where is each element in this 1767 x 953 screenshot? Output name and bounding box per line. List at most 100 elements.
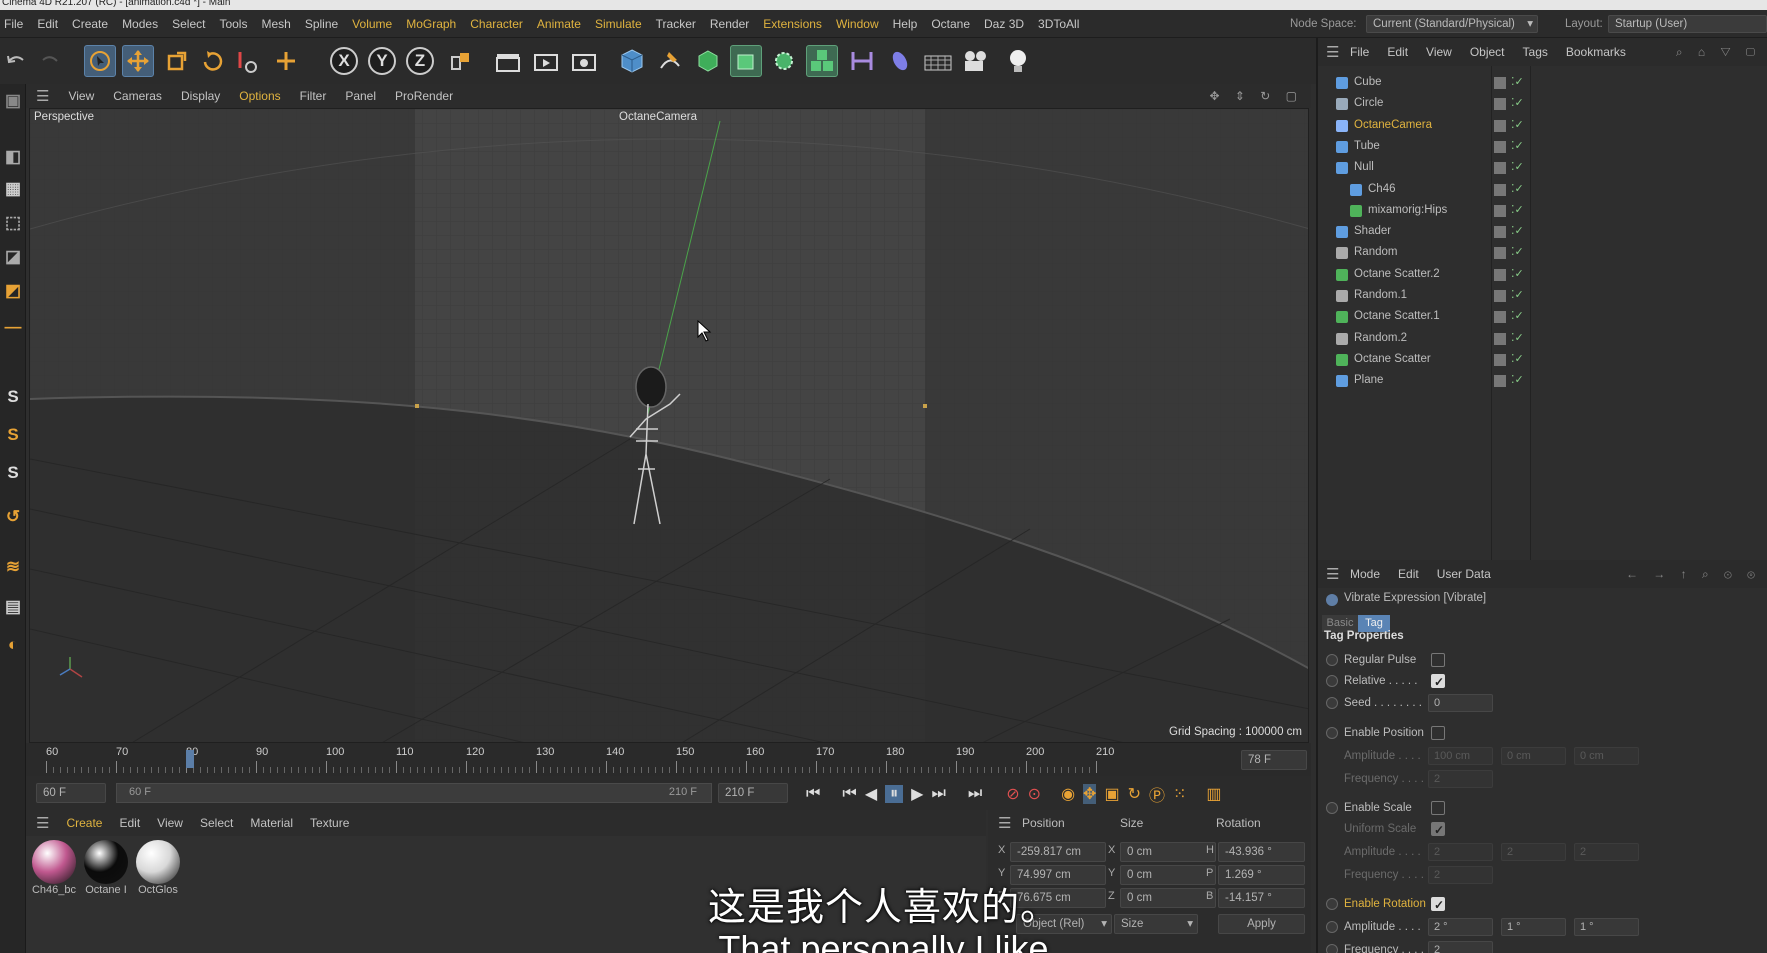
parameter-key-icon[interactable]: Ⓟ — [1149, 782, 1165, 806]
enabled-check-icon[interactable]: ⁚✓ — [1511, 157, 1524, 178]
menu-item-create[interactable]: Create — [72, 10, 108, 38]
object-row[interactable]: Ch46 ⁚✓ — [1318, 179, 1767, 200]
menu-item-tools[interactable]: Tools — [219, 10, 247, 38]
attr-nav-icons[interactable]: ← → ↑ ⌕ ⊙ ⊚ — [1626, 567, 1761, 582]
size-field[interactable]: 0 cm — [1120, 842, 1216, 862]
object-menu-file[interactable]: File — [1350, 45, 1369, 59]
timeline-layout-icon[interactable]: ▥ — [1206, 784, 1221, 804]
go-to-start-icon[interactable]: ⏮ — [806, 785, 820, 803]
floor-button[interactable] — [922, 45, 954, 77]
snap-button[interactable]: S — [2, 384, 24, 410]
mograph-button[interactable] — [806, 45, 838, 77]
object-row[interactable]: Random ⁚✓ — [1318, 242, 1767, 263]
enabled-check-icon[interactable]: ⁚✓ — [1511, 306, 1524, 327]
object-menu-bookmarks[interactable]: Bookmarks — [1566, 45, 1626, 59]
end-frame-field[interactable]: 210 F — [718, 783, 788, 803]
material-menu-edit[interactable]: Edit — [119, 816, 140, 830]
menu-item-render[interactable]: Render — [710, 10, 749, 38]
position-field[interactable]: -259.817 cm — [1010, 842, 1106, 862]
attr-menu-user-data[interactable]: User Data — [1437, 567, 1491, 581]
object-menu-tags[interactable]: Tags — [1523, 45, 1548, 59]
viewport-menu-view[interactable]: View — [68, 89, 94, 103]
render-view-button[interactable] — [492, 45, 524, 77]
solo-button[interactable]: ◐ — [2, 632, 24, 658]
menu-item-daz-3d[interactable]: Daz 3D — [984, 10, 1024, 38]
current-frame-field[interactable]: 78 F — [1241, 750, 1307, 770]
pen-spline-button[interactable] — [654, 45, 686, 77]
subdivision-surface-button[interactable] — [692, 45, 724, 77]
deformer-button[interactable] — [846, 45, 878, 77]
hamburger-icon[interactable]: ☰ — [1326, 43, 1339, 61]
material-menu-view[interactable]: View — [157, 816, 183, 830]
menu-item-simulate[interactable]: Simulate — [595, 10, 642, 38]
layer-visibility-icon[interactable] — [1494, 98, 1506, 111]
position-key-icon[interactable]: ✥ — [1083, 784, 1097, 804]
timeline-ruler[interactable]: 6070809010011012013014015016017018019020… — [26, 743, 1311, 776]
enabled-check-icon[interactable]: ⁚✓ — [1511, 136, 1524, 157]
playhead[interactable] — [186, 750, 194, 768]
material-menu-texture[interactable]: Texture — [310, 816, 349, 830]
enabled-check-icon[interactable]: ⁚✓ — [1511, 328, 1524, 349]
menu-item-mesh[interactable]: Mesh — [261, 10, 290, 38]
pos-amp-y-field[interactable]: 0 cm — [1501, 747, 1566, 765]
menu-item-animate[interactable]: Animate — [537, 10, 581, 38]
extrude-button[interactable] — [730, 45, 762, 77]
layer-visibility-icon[interactable] — [1494, 162, 1506, 175]
redo-button[interactable] — [34, 45, 66, 77]
layer-visibility-icon[interactable] — [1494, 375, 1506, 388]
make-editable-button[interactable]: ▣ — [2, 88, 24, 114]
environment-button[interactable] — [884, 45, 916, 77]
seed-field[interactable]: 0 — [1428, 694, 1493, 712]
cloner-button[interactable] — [768, 45, 800, 77]
scale-key-icon[interactable]: ▣ — [1104, 784, 1119, 804]
previous-key-icon[interactable]: ⏮ — [842, 785, 856, 803]
layer-visibility-icon[interactable] — [1494, 77, 1506, 89]
coordinate-system-button[interactable] — [444, 45, 476, 77]
uniform-scale-checkbox[interactable] — [1431, 819, 1445, 841]
layer-visibility-icon[interactable] — [1494, 311, 1506, 324]
viewport-menu-cameras[interactable]: Cameras — [113, 89, 162, 103]
search-icon[interactable]: ⌕ ⌂ ▽ ▢ — [1676, 45, 1761, 60]
viewport-menu-filter[interactable]: Filter — [300, 89, 327, 103]
attr-menu-mode[interactable]: Mode — [1350, 567, 1380, 581]
render-picture-viewer-button[interactable] — [530, 45, 562, 77]
select-tool-button[interactable] — [84, 45, 116, 77]
points-mode-button[interactable]: ⬚ — [2, 210, 24, 236]
animate-radio[interactable] — [1326, 727, 1338, 739]
model-mode-button[interactable]: ◧ — [2, 144, 24, 170]
camera-button[interactable] — [960, 45, 992, 77]
menu-item-modes[interactable]: Modes — [122, 10, 158, 38]
attr-menu-edit[interactable]: Edit — [1398, 567, 1419, 581]
animate-radio[interactable] — [1326, 654, 1338, 666]
hamburger-icon[interactable]: ☰ — [36, 87, 49, 105]
object-row[interactable]: Null ⁚✓ — [1318, 157, 1767, 178]
menu-item-3dtoall[interactable]: 3DToAll — [1038, 10, 1079, 38]
workplane-lock-button[interactable]: ≋ — [2, 554, 24, 580]
object-row[interactable]: OctaneCamera ⁚✓ — [1318, 115, 1767, 136]
object-row[interactable]: Octane Scatter ⁚✓ — [1318, 349, 1767, 370]
object-menu-view[interactable]: View — [1426, 45, 1452, 59]
move-tool-button[interactable] — [122, 45, 154, 77]
z-axis-lock[interactable]: Z — [404, 45, 436, 77]
viewport-menu-options[interactable]: Options — [239, 89, 280, 103]
viewport-menu-display[interactable]: Display — [181, 89, 220, 103]
live-selection-button[interactable] — [232, 45, 264, 77]
pos-amp-x-field[interactable]: 100 cm — [1428, 747, 1493, 765]
object-row[interactable]: Shader ⁚✓ — [1318, 221, 1767, 242]
pos-frequency-field[interactable]: 2 — [1428, 770, 1493, 788]
x-axis-lock[interactable]: X — [328, 45, 360, 77]
menu-item-volume[interactable]: Volume — [352, 10, 392, 38]
menu-item-tracker[interactable]: Tracker — [656, 10, 696, 38]
polygons-mode-button[interactable]: ◩ — [2, 278, 24, 304]
animate-radio[interactable] — [1326, 697, 1338, 709]
pause-icon[interactable]: ⏸ — [885, 785, 904, 803]
object-row[interactable]: mixamorig:Hips ⁚✓ — [1318, 200, 1767, 221]
object-row[interactable]: Random.1 ⁚✓ — [1318, 285, 1767, 306]
relative-checkbox[interactable] — [1431, 671, 1445, 693]
object-menu-edit[interactable]: Edit — [1387, 45, 1408, 59]
object-row[interactable]: Cube ⁚✓ — [1318, 72, 1767, 93]
rotate-tool-button[interactable] — [196, 45, 228, 77]
layer-visibility-icon[interactable] — [1494, 268, 1506, 281]
enabled-check-icon[interactable]: ⁚✓ — [1511, 349, 1524, 370]
animate-radio[interactable] — [1326, 802, 1338, 814]
